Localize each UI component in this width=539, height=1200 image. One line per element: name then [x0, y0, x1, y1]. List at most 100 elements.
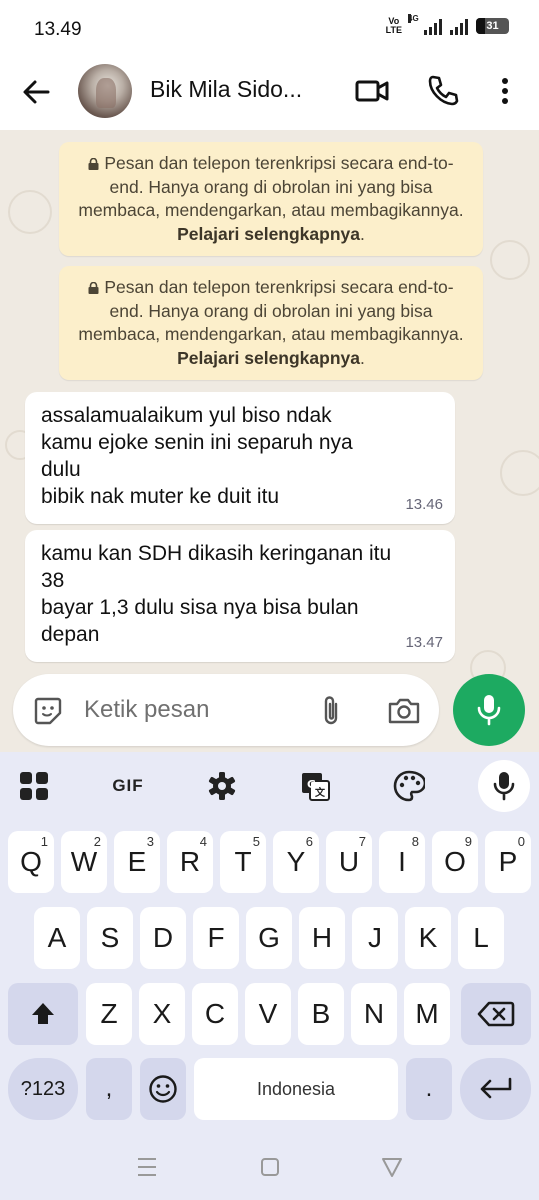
chat-area[interactable]: Pesan dan telepon terenkripsi secara end…: [0, 130, 539, 752]
key-f[interactable]: F: [193, 907, 239, 969]
key-j[interactable]: J: [352, 907, 398, 969]
home-icon[interactable]: [260, 1156, 280, 1178]
encryption-notice[interactable]: Pesan dan telepon terenkripsi secara end…: [59, 266, 483, 380]
translate-icon[interactable]: G 文: [299, 766, 331, 806]
encryption-notice-text: Pesan dan telepon terenkripsi secara end…: [78, 153, 464, 220]
chat-header: Bik Mila Sido...: [0, 58, 539, 130]
phone-icon[interactable]: [427, 74, 459, 108]
apps-grid-icon[interactable]: [18, 766, 50, 806]
key-q[interactable]: Q1: [8, 831, 54, 893]
backspace-icon: [477, 1001, 515, 1027]
volte-indicator: Vo LTE: [385, 16, 402, 35]
camera-icon[interactable]: [387, 696, 421, 726]
key-label: U: [338, 846, 360, 877]
signal-icon: 4G: [408, 14, 442, 35]
key-number-hint: 1: [40, 834, 48, 849]
gif-button[interactable]: GIF: [108, 766, 148, 806]
key-label: T: [234, 846, 252, 877]
signal-icon-2: [450, 17, 468, 35]
more-options-icon[interactable]: [498, 74, 512, 108]
status-bar: 13.49 Vo LTE 4G 31: [0, 0, 539, 58]
back-arrow-icon[interactable]: [20, 76, 52, 108]
key-number-hint: 3: [146, 834, 154, 849]
back-nav-icon[interactable]: [381, 1156, 403, 1178]
key-label: R: [179, 846, 201, 877]
incoming-message[interactable]: assalamualaikum yul biso ndak kamu ejoke…: [25, 392, 455, 524]
key-label: P: [498, 846, 518, 877]
attach-icon[interactable]: [319, 694, 345, 728]
key-o[interactable]: O9: [432, 831, 478, 893]
key-number-hint: 4: [199, 834, 207, 849]
wallpaper-doodle: [500, 450, 539, 496]
key-d[interactable]: D: [140, 907, 186, 969]
key-x[interactable]: X: [139, 983, 185, 1045]
learn-more-link[interactable]: Pelajari selengkapnya: [177, 348, 360, 368]
key-v[interactable]: V: [245, 983, 291, 1045]
message-placeholder: Ketik pesan: [84, 696, 210, 723]
key-c[interactable]: C: [192, 983, 238, 1045]
incoming-message[interactable]: kamu kan SDH dikasih keringanan itu 38 b…: [25, 530, 455, 662]
emoji-key[interactable]: [140, 1058, 186, 1120]
battery-icon: 31: [476, 18, 509, 34]
key-n[interactable]: N: [351, 983, 397, 1045]
key-z[interactable]: Z: [86, 983, 132, 1045]
message-text: assalamualaikum yul biso ndak kamu ejoke…: [41, 404, 353, 508]
keyboard-toolbar: GIF G 文: [0, 752, 539, 820]
key-number-hint: 2: [93, 834, 101, 849]
settings-gear-icon[interactable]: [206, 766, 238, 806]
microphone-icon: [477, 695, 501, 726]
avatar[interactable]: [78, 64, 132, 118]
key-w[interactable]: W2: [61, 831, 107, 893]
svg-text:文: 文: [315, 786, 326, 799]
voice-typing-button[interactable]: [478, 760, 530, 812]
key-s[interactable]: S: [87, 907, 133, 969]
key-r[interactable]: R4: [167, 831, 213, 893]
key-label: I: [398, 846, 406, 877]
backspace-key[interactable]: [461, 983, 531, 1045]
encryption-notice[interactable]: Pesan dan telepon terenkripsi secara end…: [59, 142, 483, 256]
key-number-hint: 9: [464, 834, 472, 849]
encryption-notice-text: Pesan dan telepon terenkripsi secara end…: [78, 277, 464, 344]
key-u[interactable]: U7: [326, 831, 372, 893]
keyboard: GIF G 文 Q1W2E3R4T5Y6 U 7 I 8 O 9 P 0 A S…: [0, 752, 539, 1200]
key-k[interactable]: K: [405, 907, 451, 969]
comma-key[interactable]: ,: [86, 1058, 132, 1120]
key-h[interactable]: H: [299, 907, 345, 969]
key-l[interactable]: L: [458, 907, 504, 969]
key-number-hint: 5: [252, 834, 260, 849]
learn-more-link[interactable]: Pelajari selengkapnya: [177, 224, 360, 244]
key-label: E: [127, 846, 147, 877]
key-e[interactable]: E3: [114, 831, 160, 893]
key-b[interactable]: B: [298, 983, 344, 1045]
recent-apps-icon[interactable]: [137, 1156, 157, 1178]
space-key[interactable]: Indonesia: [194, 1058, 398, 1120]
key-m[interactable]: M: [404, 983, 450, 1045]
key-g[interactable]: G: [246, 907, 292, 969]
key-y[interactable]: Y6: [273, 831, 319, 893]
network-type: 4G: [408, 14, 419, 23]
key-t[interactable]: T5: [220, 831, 266, 893]
message-input[interactable]: Ketik pesan: [13, 674, 439, 746]
video-call-icon[interactable]: [355, 74, 389, 108]
shift-arrow-icon: [32, 1003, 54, 1024]
contact-name[interactable]: Bik Mila Sido...: [150, 76, 302, 103]
theme-palette-icon[interactable]: [393, 766, 425, 806]
message-time: 13.47: [405, 634, 443, 651]
status-icons: Vo LTE 4G 31: [385, 14, 509, 35]
key-p[interactable]: P0: [485, 831, 531, 893]
enter-key[interactable]: [460, 1058, 531, 1120]
shift-key[interactable]: [8, 983, 78, 1045]
key-number-hint: 6: [305, 834, 313, 849]
status-time: 13.49: [34, 19, 82, 40]
message-time: 13.46: [405, 496, 443, 513]
enter-arrow-icon: [480, 1077, 511, 1099]
symbols-key[interactable]: ?123: [8, 1058, 78, 1120]
key-i[interactable]: I8: [379, 831, 425, 893]
sticker-icon[interactable]: [33, 696, 63, 726]
key-number-hint: 7: [358, 834, 366, 849]
key-a[interactable]: A: [34, 907, 80, 969]
voice-message-button[interactable]: [453, 674, 525, 746]
period-key[interactable]: .: [406, 1058, 452, 1120]
battery-level: 31: [486, 20, 499, 32]
system-navigation-bar: [0, 1136, 539, 1200]
